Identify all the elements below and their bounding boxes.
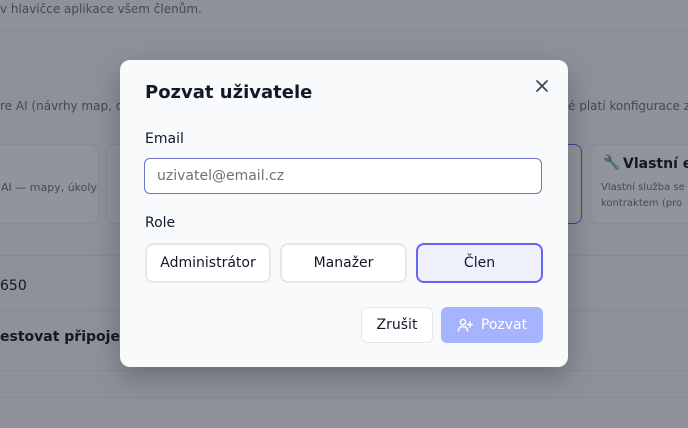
close-button[interactable] <box>532 76 552 96</box>
invite-user-dialog: Pozvat uživatele Email Role Administráto… <box>120 60 568 367</box>
dialog-title: Pozvat uživatele <box>145 82 313 103</box>
email-label: Email <box>145 131 184 147</box>
role-label: Role <box>145 215 176 231</box>
role-option-manager[interactable]: Manažer <box>280 243 407 283</box>
cancel-button[interactable]: Zrušit <box>361 307 433 343</box>
invite-button[interactable]: Pozvat <box>441 307 543 343</box>
role-option-administrator[interactable]: Administrátor <box>145 243 271 283</box>
close-icon <box>536 80 548 92</box>
role-option-member[interactable]: Člen <box>416 243 543 283</box>
user-plus-icon <box>457 318 473 332</box>
email-field[interactable] <box>144 158 542 194</box>
invite-button-label: Pozvat <box>480 317 528 333</box>
